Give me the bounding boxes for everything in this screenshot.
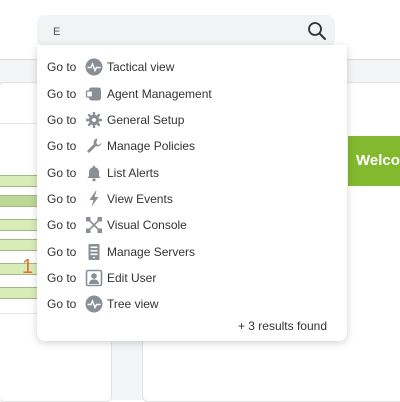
server-icon — [85, 243, 103, 261]
result-prefix: Go to — [47, 271, 77, 285]
result-label: View Events — [107, 192, 173, 206]
wrench-icon — [85, 137, 103, 155]
result-prefix: Go to — [47, 60, 77, 74]
result-prefix: Go to — [47, 113, 77, 127]
result-item-general-setup[interactable]: Go to General Setup — [47, 108, 337, 132]
result-label: Tree view — [107, 297, 159, 311]
bell-icon — [85, 164, 103, 182]
result-prefix: Go to — [47, 192, 77, 206]
result-label: Tactical view — [107, 60, 175, 74]
search-box[interactable] — [37, 15, 335, 47]
search-input[interactable] — [51, 22, 295, 42]
count-value: 1 — [22, 256, 34, 278]
result-label: Edit User — [107, 271, 157, 285]
result-prefix: Go to — [47, 166, 77, 180]
result-prefix: Go to — [47, 218, 77, 232]
result-item-tactical-view[interactable]: Go to Tactical view — [47, 55, 337, 79]
result-item-view-events[interactable]: Go to View Events — [47, 187, 337, 211]
result-label: General Setup — [107, 113, 185, 127]
pulse-icon — [85, 295, 103, 313]
search-icon[interactable] — [307, 21, 327, 41]
result-label: Manage Policies — [107, 139, 196, 153]
user-icon — [85, 269, 103, 287]
lightning-icon — [85, 190, 103, 208]
result-item-list-alerts[interactable]: Go to List Alerts — [47, 161, 337, 185]
search-results-dropdown: Go to Tactical view Go to Agent Manageme… — [37, 45, 347, 341]
result-label: Manage Servers — [107, 245, 196, 259]
result-item-agent-management[interactable]: Go to Agent Management — [47, 82, 337, 106]
result-item-edit-user[interactable]: Go to Edit User — [47, 266, 337, 290]
result-item-visual-console[interactable]: Go to Visual Console — [47, 213, 337, 237]
result-label: Visual Console — [107, 218, 187, 232]
result-item-tree-view[interactable]: Go to Tree view — [47, 292, 337, 316]
result-prefix: Go to — [47, 87, 77, 101]
result-label: Agent Management — [107, 87, 212, 101]
gear-icon — [85, 111, 103, 129]
result-prefix: Go to — [47, 245, 77, 259]
result-prefix: Go to — [47, 297, 77, 311]
welcome-banner: Welco — [348, 136, 400, 186]
results-count-link[interactable]: + 3 results found — [238, 319, 327, 333]
network-icon — [85, 216, 103, 234]
agent-icon — [85, 85, 103, 103]
result-item-manage-servers[interactable]: Go to Manage Servers — [47, 240, 337, 264]
result-item-manage-policies[interactable]: Go to Manage Policies — [47, 134, 337, 158]
result-label: List Alerts — [107, 166, 160, 180]
result-prefix: Go to — [47, 139, 77, 153]
pulse-icon — [85, 58, 103, 76]
